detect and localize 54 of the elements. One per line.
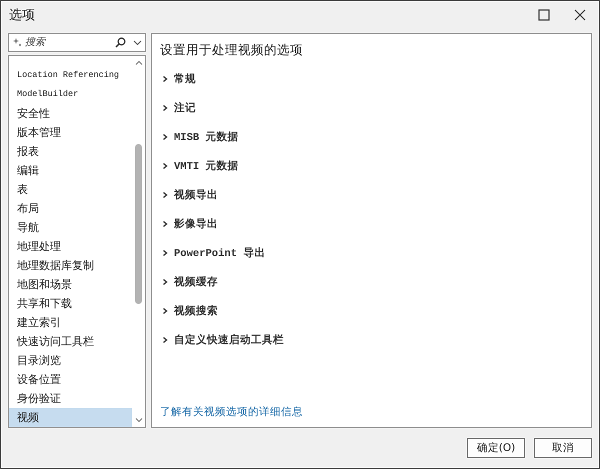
collapsed-chevron-icon[interactable] [162, 220, 168, 228]
sidebar-item[interactable]: 编辑 [9, 161, 132, 180]
sparkle-icon [13, 38, 22, 47]
section-header[interactable]: 影像导出 [174, 216, 218, 230]
sidebar-item[interactable]: 地图和场景 [9, 275, 132, 294]
collapsed-chevron-icon[interactable] [162, 336, 168, 344]
section-header[interactable]: 自定义快速启动工具栏 [174, 332, 284, 346]
ok-button[interactable]: 确定(O) [467, 438, 525, 458]
search-field[interactable]: 搜索 [8, 33, 146, 52]
section-header[interactable]: MISB 元数据 [174, 130, 239, 144]
maximize-icon[interactable] [538, 9, 550, 21]
collapsed-chevron-icon[interactable] [162, 248, 168, 256]
scrollbar-thumb[interactable] [135, 144, 142, 304]
sidebar-item[interactable]: 报表 [9, 142, 132, 161]
section-header[interactable]: 视频缓存 [174, 274, 218, 288]
sidebar-item[interactable]: 地理数据库复制 [9, 256, 132, 275]
collapsed-chevron-icon[interactable] [162, 162, 168, 170]
help-link[interactable]: 了解有关视频选项的详细信息 [160, 405, 583, 419]
window-title: 选项 [9, 7, 36, 24]
sidebar-item[interactable]: 安全性 [9, 104, 132, 123]
sidebar-item[interactable]: 共享和下载 [9, 294, 132, 313]
sidebar-item[interactable]: 建立索引 [9, 313, 132, 332]
collapsed-chevron-icon[interactable] [162, 104, 168, 112]
scroll-down-icon[interactable] [134, 418, 142, 423]
sidebar-item[interactable]: 地理处理 [9, 237, 132, 256]
close-icon[interactable] [574, 9, 586, 21]
dropdown-icon[interactable] [133, 40, 142, 46]
search-icon[interactable] [115, 37, 126, 48]
sidebar-item[interactable]: Location Referencing [9, 66, 132, 85]
sidebar-item[interactable]: 设备位置 [9, 370, 132, 389]
sidebar-item[interactable]: 导航 [9, 218, 132, 237]
sidebar-item[interactable]: 目录浏览 [9, 351, 132, 370]
sidebar-item[interactable]: 布局 [9, 199, 132, 218]
search-input[interactable]: 搜索 [25, 37, 112, 48]
collapsed-chevron-icon[interactable] [162, 278, 168, 286]
cancel-button[interactable]: 取消 [534, 438, 592, 458]
collapsed-chevron-icon[interactable] [162, 74, 168, 82]
section-header[interactable]: 视频导出 [174, 188, 218, 202]
sidebar-item[interactable]: 表 [9, 180, 132, 199]
sidebar-item[interactable]: 身份验证 [9, 389, 132, 408]
collapsed-chevron-icon[interactable] [162, 132, 168, 140]
sidebar-item[interactable]: 快速访问工具栏 [9, 332, 132, 351]
scroll-up-icon[interactable] [134, 60, 142, 65]
section-header[interactable]: 视频搜索 [174, 304, 218, 318]
sidebar-item[interactable]: 版本管理 [9, 123, 132, 142]
collapsed-chevron-icon[interactable] [162, 306, 168, 314]
sidebar-item[interactable]: 视频 [9, 408, 132, 427]
collapsed-chevron-icon[interactable] [162, 190, 168, 198]
section-header[interactable]: 常规 [174, 72, 196, 86]
section-header[interactable]: PowerPoint 导出 [174, 246, 266, 260]
sidebar-item[interactable]: ModelBuilder [9, 85, 132, 104]
section-header[interactable]: VMTI 元数据 [174, 158, 239, 172]
panel-heading: 设置用于处理视频的选项 [160, 42, 304, 59]
section-header[interactable]: 注记 [174, 100, 196, 114]
